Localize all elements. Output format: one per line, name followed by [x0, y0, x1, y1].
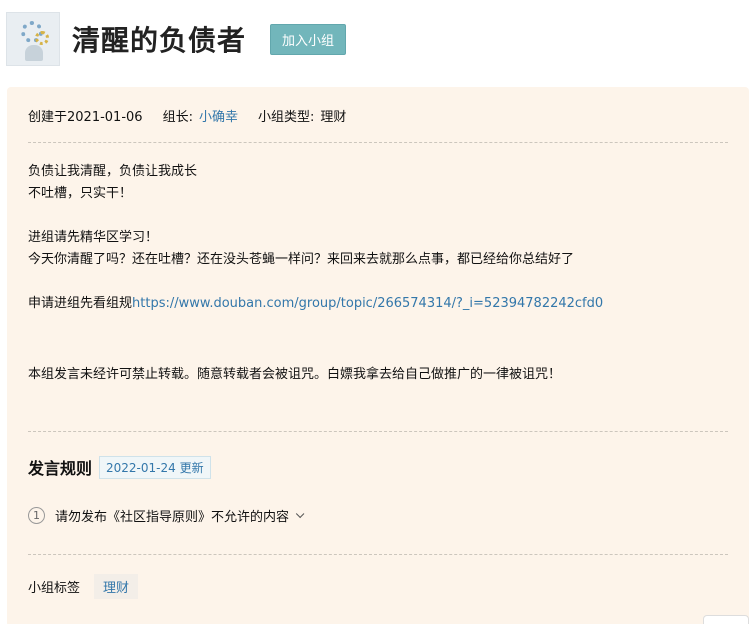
tag-item[interactable]: 理财	[94, 574, 139, 599]
rules-updated-badge: 2022-01-24 更新	[99, 455, 211, 479]
group-type-label: 小组类型:	[257, 110, 315, 125]
group-meta: 创建于2021-01-06 组长: 小确幸 小组类型: 理财	[28, 106, 346, 125]
divider	[28, 554, 728, 555]
rule-text: 请勿发布《社区指导原则》不允许的内容	[55, 510, 290, 525]
group-header: 清醒的负债者 加入小组	[6, 11, 347, 67]
intro-line: 不吐槽，只实干！	[28, 186, 133, 201]
intro-line: 进组请先精华区学习！	[28, 230, 159, 245]
group-title: 清醒的负债者	[72, 24, 247, 57]
rules-header: 发言规则 2022-01-24 更新	[28, 455, 211, 479]
created-date: 创建于2021-01-06	[28, 110, 143, 125]
intro-rules-prefix: 申请进组先看组规	[28, 296, 133, 311]
figure-icon	[25, 45, 43, 61]
intro-line: 本组发言未经许可禁止转载。随意转载者会被诅咒。白嫖我拿去给自己做推广的一律被诅咒…	[28, 367, 562, 382]
divider	[28, 142, 728, 143]
intro-line: 申请进组先看组规https://www.douban.com/group/top…	[28, 293, 603, 315]
leader-label: 组长:	[162, 110, 193, 125]
group-avatar[interactable]	[6, 12, 60, 66]
rule-item[interactable]: 1 请勿发布《社区指导原则》不允许的内容	[28, 506, 305, 525]
gear-icon	[35, 31, 49, 45]
rules-title: 发言规则	[28, 459, 93, 478]
leader-link[interactable]: 小确幸	[199, 106, 238, 125]
chevron-down-icon[interactable]	[295, 509, 305, 518]
group-intro: 负债让我清醒，负债让我成长 不吐槽，只实干！ 进组请先精华区学习！ 今天你清醒了…	[28, 161, 603, 386]
group-info-panel: 创建于2021-01-06 组长: 小确幸 小组类型: 理财 负债让我清醒，负债…	[7, 87, 749, 624]
divider	[28, 431, 728, 432]
tags-label: 小组标签	[28, 581, 81, 596]
join-group-button[interactable]: 加入小组	[270, 23, 347, 55]
intro-line: 今天你清醒了吗？还在吐槽？还在没头苍蝇一样问？来回来去就那么点事，都已经给你总结…	[28, 252, 575, 267]
intro-line: 负债让我清醒，负债让我成长	[28, 164, 198, 179]
rule-number: 1	[28, 507, 45, 524]
group-type-value: 理财	[320, 110, 347, 125]
corner-tab	[703, 615, 749, 624]
group-tags: 小组标签 理财	[28, 574, 139, 599]
rules-link[interactable]: https://www.douban.com/group/topic/26657…	[132, 296, 603, 311]
